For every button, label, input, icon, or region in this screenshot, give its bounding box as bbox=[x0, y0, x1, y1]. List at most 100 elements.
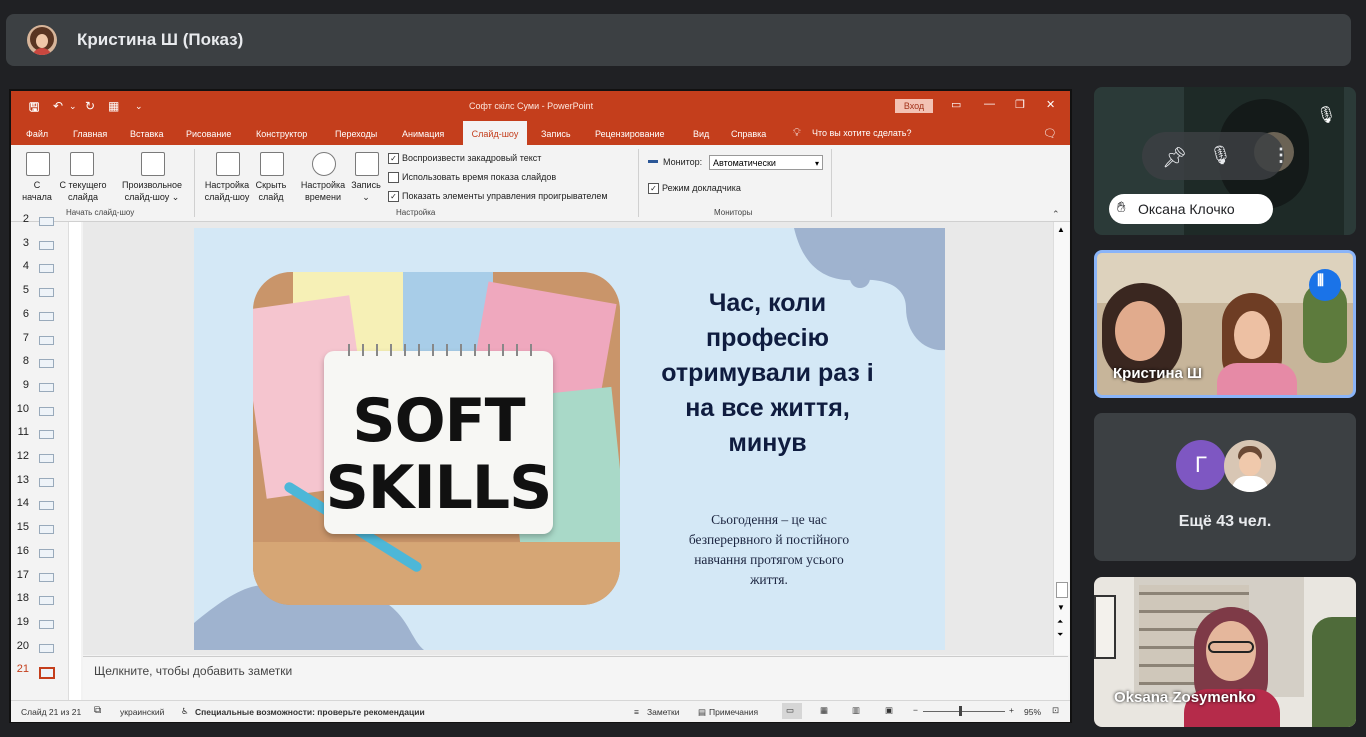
language-indicator[interactable]: украинский bbox=[120, 707, 164, 717]
hide-slide-button[interactable]: Скрыть слайд bbox=[253, 179, 289, 203]
others-tile[interactable]: Г Ещё 43 чел. bbox=[1094, 413, 1356, 561]
timings-checkbox[interactable] bbox=[388, 172, 399, 183]
slide-thumbnail[interactable] bbox=[39, 501, 54, 511]
custom-show-icon bbox=[141, 152, 165, 176]
current-slide[interactable]: SOFT SKILLS Час, коли професію отримувал… bbox=[194, 228, 945, 650]
comments-toggle[interactable]: Примечания bbox=[709, 707, 758, 717]
record-button[interactable]: Запись ⌄ bbox=[347, 179, 385, 203]
monitor-select[interactable]: Автоматически ▾ bbox=[709, 155, 823, 170]
notes-pane[interactable]: Щелкните, чтобы добавить заметки bbox=[83, 656, 1068, 701]
tell-me-search[interactable]: Что вы хотите сделать? bbox=[812, 128, 912, 138]
tab-view[interactable]: Вид bbox=[693, 129, 709, 139]
presenter-title: Кристина Ш (Показ) bbox=[77, 30, 244, 49]
spellcheck-icon[interactable]: ⧉ bbox=[94, 705, 101, 716]
start-slideshow-icon[interactable]: ▦ bbox=[108, 99, 119, 113]
previous-slide-icon[interactable]: ⏶ bbox=[1057, 617, 1063, 627]
slide-sorter-icon[interactable]: ▦ bbox=[820, 705, 828, 716]
tab-draw[interactable]: Рисование bbox=[186, 129, 231, 139]
scroll-thumb[interactable] bbox=[1056, 582, 1068, 598]
slide-thumbnail[interactable] bbox=[39, 288, 54, 298]
zoom-out-icon[interactable]: − bbox=[913, 705, 918, 715]
slideshow-view-icon[interactable]: ▣ bbox=[885, 705, 893, 716]
tab-animations[interactable]: Анимация bbox=[402, 129, 444, 139]
slide-thumbnail[interactable] bbox=[39, 548, 54, 558]
slide-thumbnail[interactable] bbox=[39, 311, 54, 321]
controls-checkbox[interactable]: ✓ bbox=[388, 191, 399, 202]
comments-icon[interactable]: 🗨︎ bbox=[1043, 127, 1057, 140]
undo-icon[interactable]: ↶ bbox=[53, 99, 63, 113]
slide-thumbnail[interactable] bbox=[39, 240, 54, 250]
hide-slide-icon bbox=[260, 152, 284, 176]
slide-thumbnail[interactable] bbox=[39, 596, 54, 606]
slide-thumbnail[interactable] bbox=[39, 264, 54, 274]
scroll-up-icon[interactable]: ▲ bbox=[1057, 225, 1065, 234]
slide-thumbnail[interactable] bbox=[39, 525, 54, 535]
tab-record[interactable]: Запись bbox=[541, 129, 571, 139]
ribbon-display-icon[interactable]: ▭ bbox=[951, 98, 961, 111]
tab-design[interactable]: Конструктор bbox=[256, 129, 307, 139]
participant-tile-oksana-klochko[interactable]: 📌︎ 🎙︎ ⋮ 🎙︎ ✋︎ Оксана Клочко bbox=[1094, 87, 1356, 235]
customize-qat-icon[interactable]: ⌄ bbox=[135, 101, 143, 112]
slide-thumbnail[interactable] bbox=[39, 477, 54, 487]
fit-to-window-icon[interactable]: ⊡ bbox=[1052, 705, 1059, 716]
slide-thumbnail[interactable] bbox=[39, 406, 54, 416]
slide-thumbnail[interactable] bbox=[39, 217, 54, 226]
redo-icon[interactable]: ↻ bbox=[85, 99, 95, 113]
tab-insert[interactable]: Вставка bbox=[130, 129, 163, 139]
from-current-button[interactable]: С текущего слайда bbox=[55, 179, 111, 203]
undo-dropdown-icon[interactable]: ⌄ bbox=[69, 101, 77, 112]
tab-home[interactable]: Главная bbox=[73, 129, 107, 139]
slide-thumbnail[interactable] bbox=[39, 382, 54, 392]
group-monitors-label: Мониторы bbox=[714, 208, 753, 217]
next-slide-icon[interactable]: ⏷ bbox=[1057, 630, 1063, 640]
pin-icon[interactable]: 📌︎ bbox=[1162, 145, 1187, 170]
setup-show-button[interactable]: Настройка слайд-шоу bbox=[201, 179, 253, 203]
rehearse-timings-button[interactable]: Настройка времени bbox=[297, 179, 349, 203]
slide-thumbnail[interactable] bbox=[39, 667, 55, 680]
rehearse-timings-icon bbox=[312, 152, 336, 176]
slide-thumbnail[interactable] bbox=[39, 430, 54, 440]
save-icon[interactable]: 🖫 bbox=[29, 98, 39, 119]
slide-thumbnail[interactable] bbox=[39, 454, 54, 463]
maximize-icon[interactable]: ❐ bbox=[1015, 98, 1025, 111]
slide-thumbnail[interactable] bbox=[39, 572, 54, 582]
tab-file[interactable]: Файл bbox=[26, 129, 48, 139]
scroll-down-icon[interactable]: ▼ bbox=[1057, 603, 1065, 612]
signin-button[interactable]: Вход bbox=[895, 99, 933, 113]
slide-thumbnail[interactable] bbox=[39, 619, 54, 629]
slide-thumbnail[interactable] bbox=[39, 335, 54, 345]
from-beginning-button[interactable]: С начала bbox=[17, 179, 57, 203]
zoom-slider[interactable] bbox=[923, 711, 1005, 712]
slide-scrollbar[interactable]: ▲ ▼ ⏶ ⏷ bbox=[1053, 222, 1069, 655]
normal-view-icon: ▭ bbox=[786, 705, 795, 715]
accessibility-status[interactable]: Специальные возможности: проверьте реком… bbox=[195, 707, 425, 717]
close-icon[interactable]: ✕ bbox=[1046, 98, 1055, 111]
thumbnail-number: 19 bbox=[16, 615, 29, 628]
narration-checkbox[interactable]: ✓ bbox=[388, 153, 399, 164]
narration-label: Воспроизвести закадровый текст bbox=[402, 153, 542, 163]
notes-toggle[interactable]: Заметки bbox=[647, 707, 680, 717]
tab-review[interactable]: Рецензирование bbox=[595, 129, 665, 139]
zoom-slider-thumb[interactable] bbox=[959, 706, 962, 716]
thumbnail-scrollbar[interactable] bbox=[68, 222, 81, 700]
minimize-icon[interactable]: — bbox=[984, 98, 995, 110]
timings-label: Использовать время показа слайдов bbox=[402, 172, 557, 182]
slide-thumbnail[interactable] bbox=[39, 643, 54, 653]
reading-view-icon[interactable]: ▥ bbox=[852, 705, 860, 716]
tab-help[interactable]: Справка bbox=[731, 129, 766, 139]
tab-slideshow[interactable]: Слайд-шоу bbox=[463, 121, 527, 145]
more-options-icon[interactable]: ⋮ bbox=[1272, 145, 1290, 166]
collapse-ribbon-icon[interactable]: ⌃ bbox=[1052, 209, 1060, 220]
thumbnail-number: 6 bbox=[22, 307, 29, 320]
thumbnail-number: 12 bbox=[16, 450, 29, 462]
zoom-level[interactable]: 95% bbox=[1024, 707, 1041, 717]
custom-show-button[interactable]: Произвольное слайд-шоу ⌄ bbox=[116, 179, 188, 203]
presenter-view-checkbox[interactable]: ✓ bbox=[648, 183, 659, 194]
tab-transitions[interactable]: Переходы bbox=[335, 129, 377, 139]
participant-name: Oksana Zosymenko bbox=[1114, 689, 1256, 706]
participant-tile-oksana-zosymenko[interactable]: Oksana Zosymenko bbox=[1094, 577, 1356, 727]
participant-tile-kristina-sh[interactable]: ⦀ Кристина Ш bbox=[1094, 250, 1356, 398]
zoom-in-icon[interactable]: + bbox=[1009, 705, 1014, 715]
slide-thumbnail[interactable] bbox=[39, 359, 54, 369]
mute-participant-icon[interactable]: 🎙︎ bbox=[1209, 145, 1232, 166]
